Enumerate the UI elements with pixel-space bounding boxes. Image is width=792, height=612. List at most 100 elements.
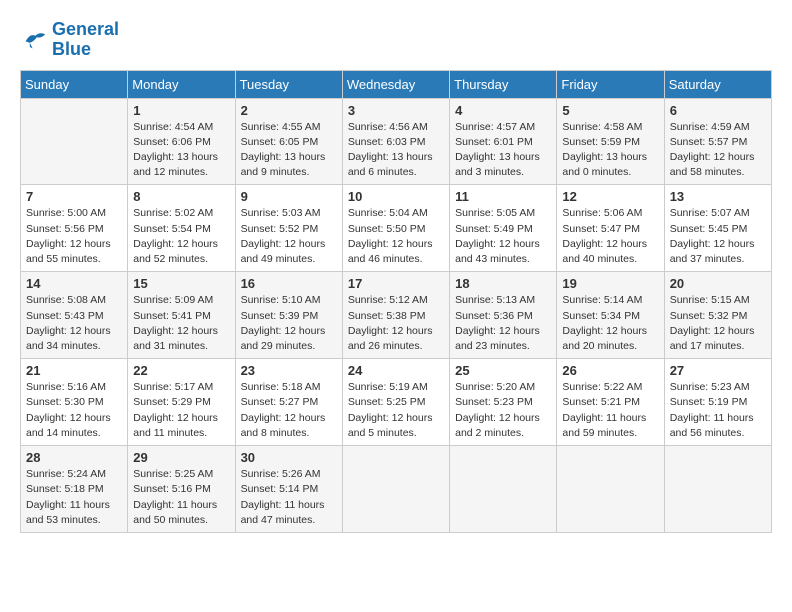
day-number: 21 [26, 363, 122, 378]
calendar-cell: 28 Sunrise: 5:24 AM Sunset: 5:18 PM Dayli… [21, 446, 128, 533]
day-number: 15 [133, 276, 229, 291]
day-number: 2 [241, 103, 337, 118]
day-number: 13 [670, 189, 766, 204]
day-header-friday: Friday [557, 70, 664, 98]
calendar-cell: 5 Sunrise: 4:58 AM Sunset: 5:59 PM Daylig… [557, 98, 664, 185]
day-info: Sunrise: 5:04 AM Sunset: 5:50 PM Dayligh… [348, 206, 444, 267]
day-info: Sunrise: 5:22 AM Sunset: 5:21 PM Dayligh… [562, 380, 658, 441]
day-info: Sunrise: 4:59 AM Sunset: 5:57 PM Dayligh… [670, 120, 766, 181]
day-header-thursday: Thursday [450, 70, 557, 98]
calendar-cell: 3 Sunrise: 4:56 AM Sunset: 6:03 PM Daylig… [342, 98, 449, 185]
day-header-saturday: Saturday [664, 70, 771, 98]
day-number: 19 [562, 276, 658, 291]
day-number: 4 [455, 103, 551, 118]
calendar-cell [450, 446, 557, 533]
calendar-cell: 25 Sunrise: 5:20 AM Sunset: 5:23 PM Dayli… [450, 359, 557, 446]
day-number: 25 [455, 363, 551, 378]
calendar-cell: 18 Sunrise: 5:13 AM Sunset: 5:36 PM Dayli… [450, 272, 557, 359]
day-number: 20 [670, 276, 766, 291]
day-info: Sunrise: 4:56 AM Sunset: 6:03 PM Dayligh… [348, 120, 444, 181]
day-info: Sunrise: 4:57 AM Sunset: 6:01 PM Dayligh… [455, 120, 551, 181]
day-number: 27 [670, 363, 766, 378]
calendar-header-row: SundayMondayTuesdayWednesdayThursdayFrid… [21, 70, 772, 98]
day-info: Sunrise: 4:58 AM Sunset: 5:59 PM Dayligh… [562, 120, 658, 181]
calendar-cell [557, 446, 664, 533]
day-info: Sunrise: 5:24 AM Sunset: 5:18 PM Dayligh… [26, 467, 122, 528]
calendar-cell: 8 Sunrise: 5:02 AM Sunset: 5:54 PM Daylig… [128, 185, 235, 272]
calendar-table: SundayMondayTuesdayWednesdayThursdayFrid… [20, 70, 772, 533]
calendar-cell: 23 Sunrise: 5:18 AM Sunset: 5:27 PM Dayli… [235, 359, 342, 446]
page-header: General Blue [20, 20, 772, 60]
day-info: Sunrise: 5:26 AM Sunset: 5:14 PM Dayligh… [241, 467, 337, 528]
day-info: Sunrise: 5:00 AM Sunset: 5:56 PM Dayligh… [26, 206, 122, 267]
logo-text: General Blue [52, 20, 119, 60]
calendar-week-row: 14 Sunrise: 5:08 AM Sunset: 5:43 PM Dayli… [21, 272, 772, 359]
calendar-cell [342, 446, 449, 533]
calendar-cell: 19 Sunrise: 5:14 AM Sunset: 5:34 PM Dayli… [557, 272, 664, 359]
calendar-cell: 13 Sunrise: 5:07 AM Sunset: 5:45 PM Dayli… [664, 185, 771, 272]
calendar-week-row: 7 Sunrise: 5:00 AM Sunset: 5:56 PM Daylig… [21, 185, 772, 272]
logo: General Blue [20, 20, 119, 60]
day-number: 10 [348, 189, 444, 204]
calendar-cell: 2Sunrise: 4:55 AM Sunset: 6:05 PM Daylig… [235, 98, 342, 185]
logo-icon [20, 26, 48, 54]
day-number: 16 [241, 276, 337, 291]
day-number: 8 [133, 189, 229, 204]
day-number: 30 [241, 450, 337, 465]
day-info: Sunrise: 5:13 AM Sunset: 5:36 PM Dayligh… [455, 293, 551, 354]
calendar-week-row: 1Sunrise: 4:54 AM Sunset: 6:06 PM Daylig… [21, 98, 772, 185]
day-info: Sunrise: 5:25 AM Sunset: 5:16 PM Dayligh… [133, 467, 229, 528]
calendar-cell: 12 Sunrise: 5:06 AM Sunset: 5:47 PM Dayli… [557, 185, 664, 272]
day-number: 7 [26, 189, 122, 204]
day-info: Sunrise: 5:17 AM Sunset: 5:29 PM Dayligh… [133, 380, 229, 441]
day-info: Sunrise: 5:08 AM Sunset: 5:43 PM Dayligh… [26, 293, 122, 354]
calendar-cell: 27 Sunrise: 5:23 AM Sunset: 5:19 PM Dayli… [664, 359, 771, 446]
day-info: Sunrise: 5:07 AM Sunset: 5:45 PM Dayligh… [670, 206, 766, 267]
calendar-cell: 24Sunrise: 5:19 AM Sunset: 5:25 PM Dayli… [342, 359, 449, 446]
day-number: 18 [455, 276, 551, 291]
calendar-cell: 22 Sunrise: 5:17 AM Sunset: 5:29 PM Dayli… [128, 359, 235, 446]
calendar-cell: 20 Sunrise: 5:15 AM Sunset: 5:32 PM Dayli… [664, 272, 771, 359]
day-number: 14 [26, 276, 122, 291]
calendar-cell: 30 Sunrise: 5:26 AM Sunset: 5:14 PM Dayli… [235, 446, 342, 533]
day-number: 28 [26, 450, 122, 465]
calendar-cell: 6 Sunrise: 4:59 AM Sunset: 5:57 PM Daylig… [664, 98, 771, 185]
calendar-cell [21, 98, 128, 185]
calendar-cell: 1Sunrise: 4:54 AM Sunset: 6:06 PM Daylig… [128, 98, 235, 185]
day-number: 17 [348, 276, 444, 291]
calendar-cell: 14 Sunrise: 5:08 AM Sunset: 5:43 PM Dayli… [21, 272, 128, 359]
day-info: Sunrise: 5:16 AM Sunset: 5:30 PM Dayligh… [26, 380, 122, 441]
day-info: Sunrise: 5:02 AM Sunset: 5:54 PM Dayligh… [133, 206, 229, 267]
day-info: Sunrise: 5:23 AM Sunset: 5:19 PM Dayligh… [670, 380, 766, 441]
day-info: Sunrise: 5:09 AM Sunset: 5:41 PM Dayligh… [133, 293, 229, 354]
day-number: 22 [133, 363, 229, 378]
calendar-cell: 4 Sunrise: 4:57 AM Sunset: 6:01 PM Daylig… [450, 98, 557, 185]
calendar-week-row: 21 Sunrise: 5:16 AM Sunset: 5:30 PM Dayli… [21, 359, 772, 446]
day-info: Sunrise: 5:06 AM Sunset: 5:47 PM Dayligh… [562, 206, 658, 267]
day-info: Sunrise: 5:15 AM Sunset: 5:32 PM Dayligh… [670, 293, 766, 354]
day-info: Sunrise: 5:20 AM Sunset: 5:23 PM Dayligh… [455, 380, 551, 441]
day-header-wednesday: Wednesday [342, 70, 449, 98]
day-number: 23 [241, 363, 337, 378]
day-info: Sunrise: 5:05 AM Sunset: 5:49 PM Dayligh… [455, 206, 551, 267]
day-number: 6 [670, 103, 766, 118]
calendar-cell: 21 Sunrise: 5:16 AM Sunset: 5:30 PM Dayli… [21, 359, 128, 446]
day-header-tuesday: Tuesday [235, 70, 342, 98]
day-info: Sunrise: 5:18 AM Sunset: 5:27 PM Dayligh… [241, 380, 337, 441]
day-number: 9 [241, 189, 337, 204]
day-number: 1 [133, 103, 229, 118]
day-info: Sunrise: 5:03 AM Sunset: 5:52 PM Dayligh… [241, 206, 337, 267]
day-info: Sunrise: 5:14 AM Sunset: 5:34 PM Dayligh… [562, 293, 658, 354]
calendar-cell: 9 Sunrise: 5:03 AM Sunset: 5:52 PM Daylig… [235, 185, 342, 272]
day-number: 12 [562, 189, 658, 204]
calendar-cell: 11Sunrise: 5:05 AM Sunset: 5:49 PM Dayli… [450, 185, 557, 272]
calendar-cell: 17Sunrise: 5:12 AM Sunset: 5:38 PM Dayli… [342, 272, 449, 359]
day-number: 5 [562, 103, 658, 118]
day-number: 3 [348, 103, 444, 118]
calendar-cell: 29 Sunrise: 5:25 AM Sunset: 5:16 PM Dayli… [128, 446, 235, 533]
calendar-week-row: 28 Sunrise: 5:24 AM Sunset: 5:18 PM Dayli… [21, 446, 772, 533]
day-info: Sunrise: 5:19 AM Sunset: 5:25 PM Dayligh… [348, 380, 444, 441]
day-number: 29 [133, 450, 229, 465]
day-header-sunday: Sunday [21, 70, 128, 98]
day-number: 26 [562, 363, 658, 378]
